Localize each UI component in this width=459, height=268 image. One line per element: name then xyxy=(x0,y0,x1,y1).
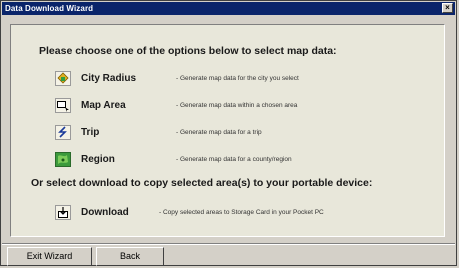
option-label-map-area[interactable]: Map Area xyxy=(81,100,126,111)
option-desc-download: - Copy selected areas to Storage Card in… xyxy=(159,208,324,216)
option-row-region: Region - Generate map data for a county/… xyxy=(54,149,292,169)
region-icon[interactable] xyxy=(54,151,72,168)
footer-separator xyxy=(2,243,455,245)
download-heading: Or select download to copy selected area… xyxy=(31,177,373,189)
back-button[interactable]: Back xyxy=(96,247,164,266)
option-row-download: Download - Copy selected areas to Storag… xyxy=(54,202,324,222)
option-desc-map-area: - Generate map data within a chosen area xyxy=(176,101,298,109)
option-label-city-radius[interactable]: City Radius xyxy=(81,73,136,84)
option-label-region[interactable]: Region xyxy=(81,154,115,165)
exit-wizard-button[interactable]: Exit Wizard xyxy=(7,247,92,266)
city-radius-icon[interactable] xyxy=(54,70,72,87)
close-button[interactable]: × xyxy=(442,3,453,13)
map-area-icon[interactable] xyxy=(54,97,72,114)
option-row-trip: Trip - Generate map data for a trip xyxy=(54,122,262,142)
title-bar: Data Download Wizard × xyxy=(2,2,455,15)
trip-icon[interactable] xyxy=(54,124,72,141)
option-desc-city-radius: - Generate map data for the city you sel… xyxy=(176,74,299,82)
option-row-city-radius: City Radius - Generate map data for the … xyxy=(54,68,299,88)
option-desc-trip: - Generate map data for a trip xyxy=(176,128,262,136)
window-title: Data Download Wizard xyxy=(5,4,94,13)
option-label-trip[interactable]: Trip xyxy=(81,127,99,138)
options-panel: Please choose one of the options below t… xyxy=(10,24,445,237)
download-icon[interactable] xyxy=(54,204,72,221)
option-row-map-area: Map Area - Generate map data within a ch… xyxy=(54,95,297,115)
option-desc-region: - Generate map data for a county/region xyxy=(176,155,292,163)
options-heading: Please choose one of the options below t… xyxy=(39,45,337,57)
option-label-download[interactable]: Download xyxy=(81,207,129,218)
wizard-window: Data Download Wizard × Please choose one… xyxy=(0,0,457,266)
